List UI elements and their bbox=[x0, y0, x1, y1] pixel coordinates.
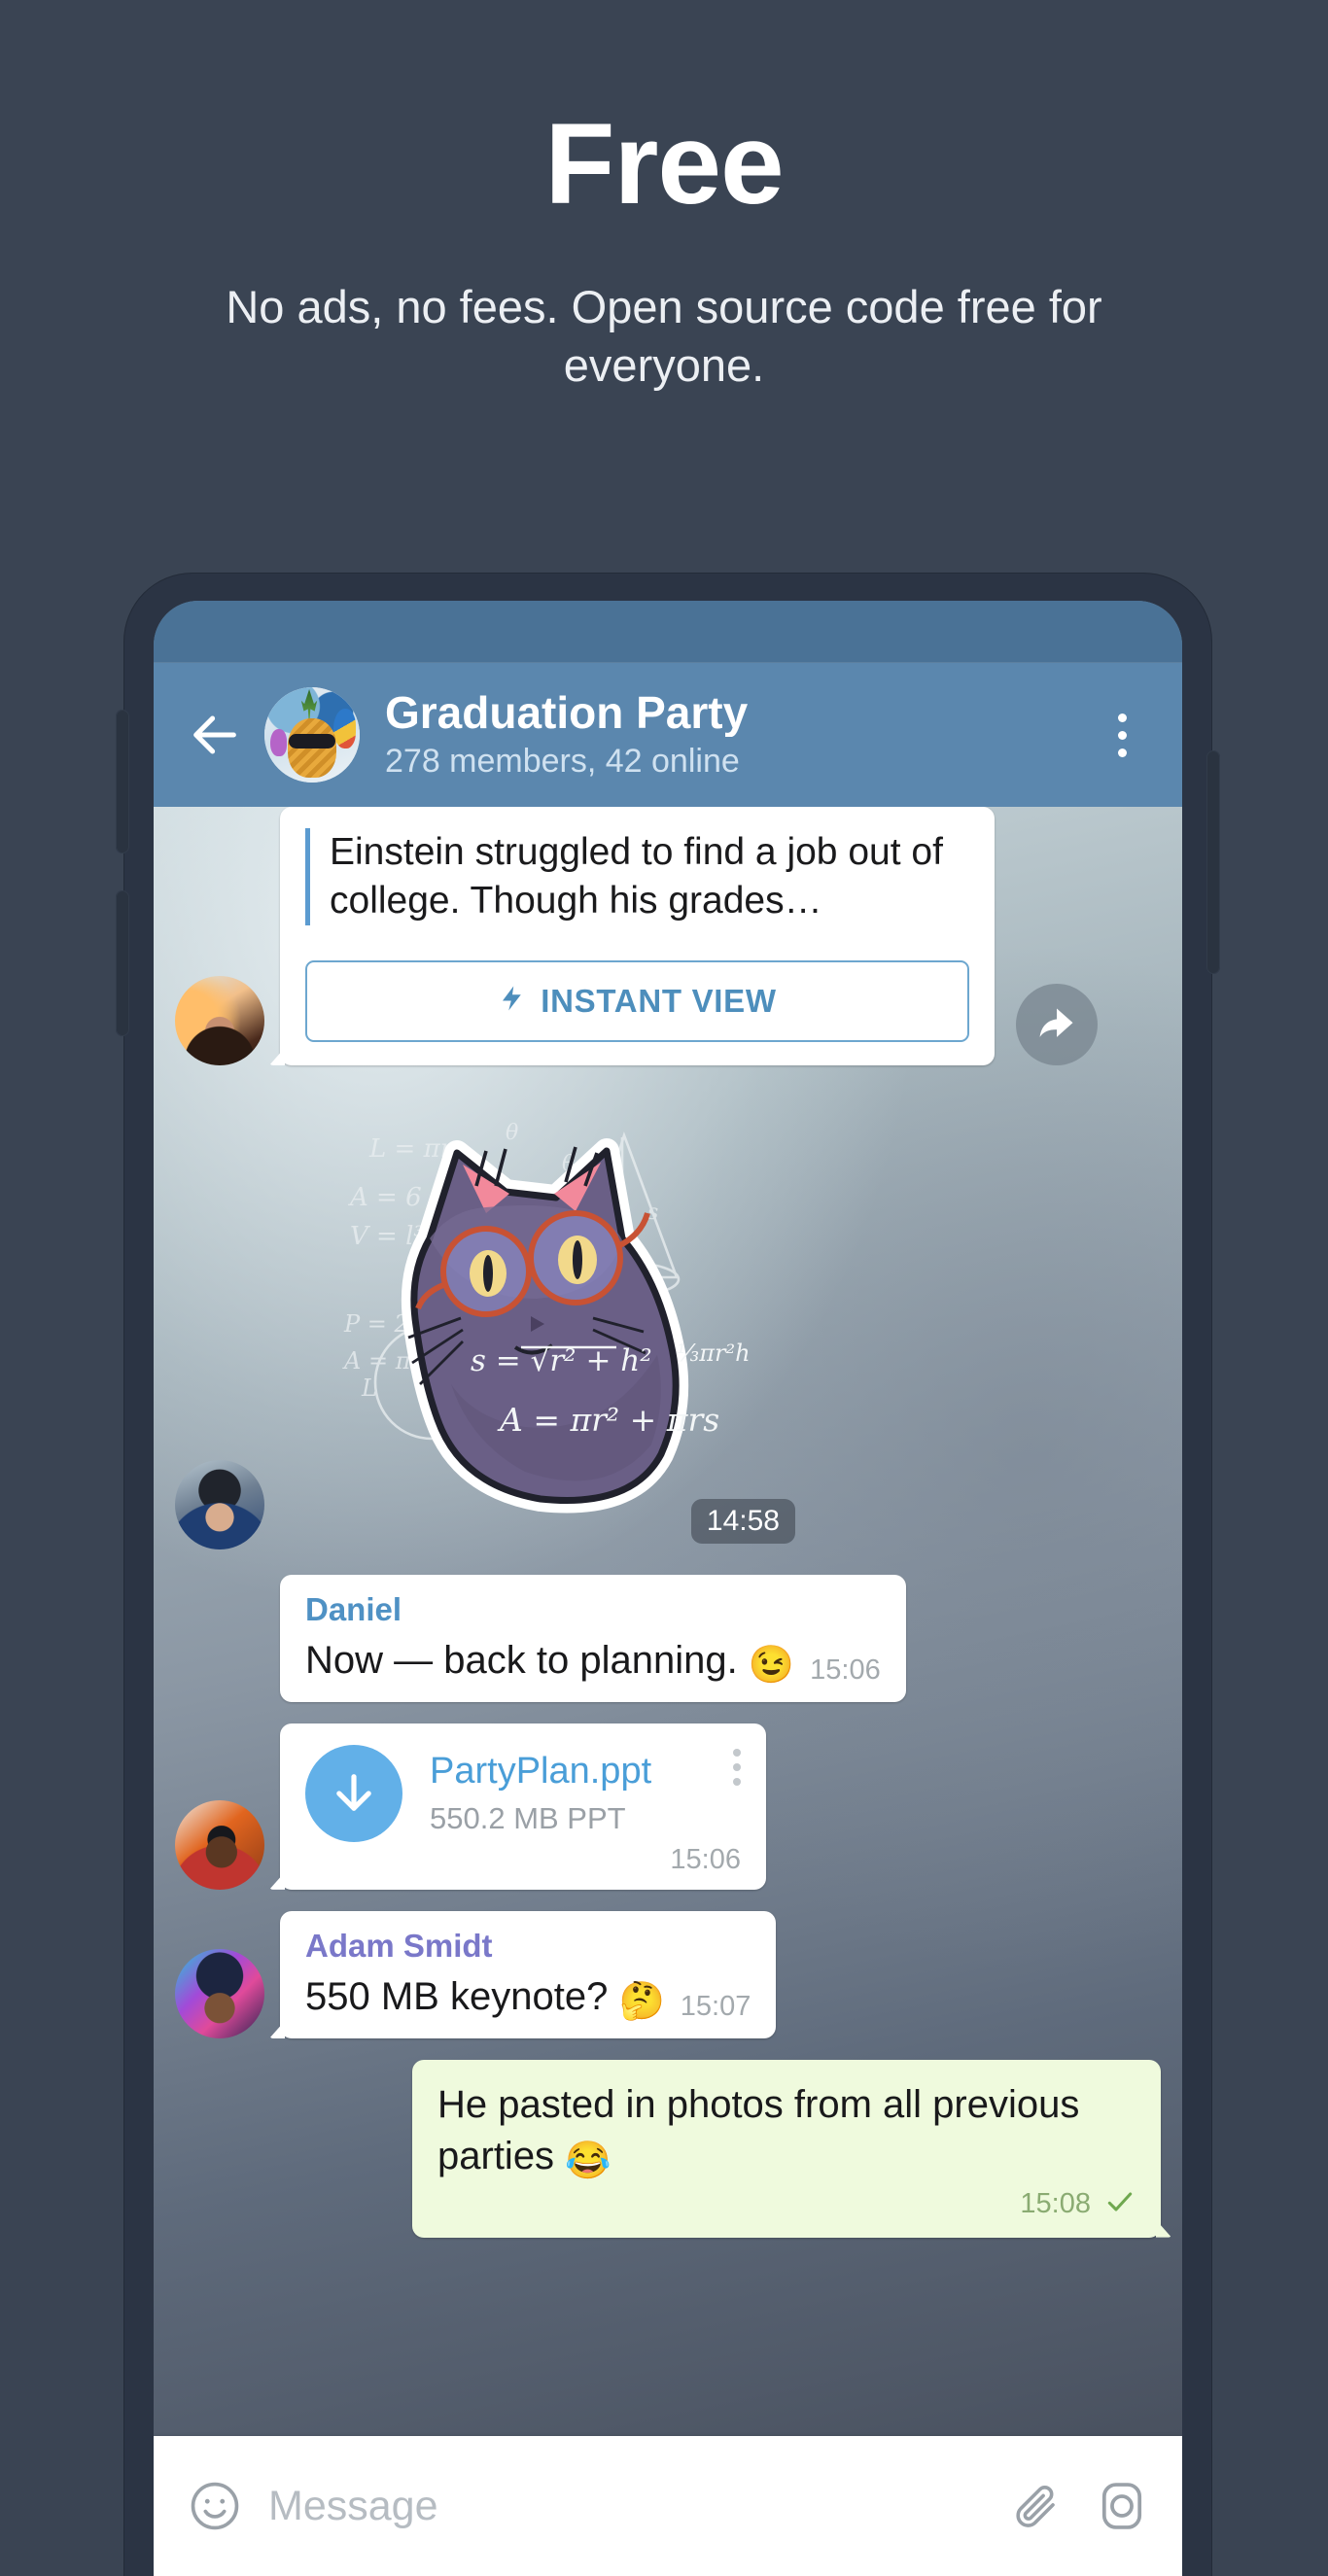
file-message-bubble[interactable]: PartyPlan.ppt 550.2 MB PPT 15:06 bbox=[280, 1723, 766, 1890]
joy-emoji: 😂 bbox=[565, 2140, 612, 2181]
message-sender[interactable]: Daniel bbox=[305, 1591, 881, 1627]
kebab-menu-icon[interactable] bbox=[723, 1748, 741, 1786]
page-title: Graduation Party bbox=[385, 688, 749, 738]
message-timestamp: 15:07 bbox=[680, 1991, 751, 2022]
message-timestamp: 14:58 bbox=[690, 1498, 795, 1544]
list-item: Einstein struggled to find a job out of … bbox=[154, 807, 1182, 1065]
message-timestamp: 15:06 bbox=[810, 1654, 881, 1686]
kebab-menu-icon[interactable] bbox=[1095, 708, 1149, 762]
avatar[interactable] bbox=[175, 1459, 264, 1549]
download-arrow-icon[interactable] bbox=[305, 1744, 402, 1842]
avatar[interactable] bbox=[175, 1799, 264, 1890]
list-item: Daniel Now — back to planning. 😉 15:06 bbox=[154, 1574, 1182, 1702]
search-input[interactable]: Message bbox=[268, 2483, 1009, 2530]
message-bubble[interactable]: Daniel Now — back to planning. 😉 15:06 bbox=[280, 1574, 906, 1702]
instant-view-label: INSTANT VIEW bbox=[541, 982, 777, 1019]
chat-message-list[interactable]: Einstein struggled to find a job out of … bbox=[154, 807, 1182, 2436]
volume-up-button[interactable] bbox=[116, 710, 129, 853]
message-timestamp: 15:08 bbox=[1020, 2187, 1091, 2219]
chat-header: Graduation Party 278 members, 42 online bbox=[154, 663, 1182, 807]
message-text: 550 MB keynote? 🤔 bbox=[305, 1975, 665, 2023]
back-arrow-icon[interactable] bbox=[187, 707, 243, 763]
message-input-bar: Message bbox=[154, 2436, 1182, 2576]
forward-arrow-icon[interactable] bbox=[1016, 983, 1098, 1065]
group-avatar[interactable] bbox=[264, 687, 360, 783]
chat-member-count: 278 members, 42 online bbox=[385, 743, 740, 781]
lightning-bolt-icon bbox=[498, 980, 527, 1022]
status-bar bbox=[154, 601, 1182, 663]
math-cat-sticker[interactable]: L = πr A = 6 V = l³ P = 2πr A = πr² θ θ … bbox=[315, 1093, 795, 1549]
link-preview-bubble[interactable]: Einstein struggled to find a job out of … bbox=[280, 807, 995, 1065]
file-size: 550.2 MB PPT bbox=[430, 1800, 626, 1835]
promo-title: Free bbox=[544, 100, 784, 228]
message-text: Now — back to planning. 😉 bbox=[305, 1639, 795, 1687]
paperclip-icon[interactable] bbox=[1009, 2480, 1062, 2532]
instant-view-button[interactable]: INSTANT VIEW bbox=[305, 959, 969, 1042]
list-item: He pasted in photos from all previous pa… bbox=[154, 2060, 1182, 2238]
link-preview-text: Einstein struggled to find a job out of … bbox=[305, 828, 969, 925]
svg-text:A = πr² + πrs: A = πr² + πrs bbox=[497, 1401, 719, 1439]
volume-down-button[interactable] bbox=[116, 890, 129, 1036]
wink-emoji: 😉 bbox=[748, 1645, 795, 1687]
svg-text:θ: θ bbox=[506, 1121, 518, 1145]
list-item: PartyPlan.ppt 550.2 MB PPT 15:06 bbox=[154, 1723, 1182, 1890]
smiley-icon[interactable] bbox=[187, 2478, 243, 2534]
message-text: He pasted in photos from all previous pa… bbox=[437, 2083, 1080, 2181]
chat-header-texts[interactable]: Graduation Party 278 members, 42 online bbox=[385, 689, 1095, 782]
file-name[interactable]: PartyPlan.ppt bbox=[430, 1751, 723, 1793]
list-item: Adam Smidt 550 MB keynote? 🤔 15:07 bbox=[154, 1910, 1182, 2038]
list-item: L = πr A = 6 V = l³ P = 2πr A = πr² θ θ … bbox=[154, 1093, 1182, 1549]
phone-mockup: Graduation Party 278 members, 42 online … bbox=[116, 574, 1220, 2576]
promo-subtitle: No ads, no fees. Open source code free f… bbox=[226, 281, 1102, 392]
camera-icon[interactable] bbox=[1095, 2479, 1149, 2533]
avatar[interactable] bbox=[175, 975, 264, 1065]
sent-check-icon bbox=[1104, 2186, 1136, 2222]
message-timestamp: 15:06 bbox=[670, 1843, 741, 1875]
svg-text:s = √r² + h²: s = √r² + h² bbox=[471, 1343, 652, 1378]
promo-section: Free No ads, no fees. Open source code f… bbox=[0, 0, 1328, 583]
power-button[interactable] bbox=[1206, 750, 1220, 974]
avatar[interactable] bbox=[175, 1949, 264, 2038]
svg-text:L = πr: L = πr bbox=[368, 1134, 454, 1164]
thinking-emoji: 🤔 bbox=[618, 1981, 665, 2023]
message-sender[interactable]: Adam Smidt bbox=[305, 1928, 751, 1964]
svg-text:⅓πr²h: ⅓πr²h bbox=[677, 1340, 751, 1367]
message-bubble[interactable]: Adam Smidt 550 MB keynote? 🤔 15:07 bbox=[280, 1910, 777, 2038]
svg-text:A = 6: A = 6 bbox=[348, 1183, 422, 1212]
phone-screen: Graduation Party 278 members, 42 online … bbox=[154, 601, 1182, 2576]
outgoing-message-bubble[interactable]: He pasted in photos from all previous pa… bbox=[412, 2060, 1161, 2238]
